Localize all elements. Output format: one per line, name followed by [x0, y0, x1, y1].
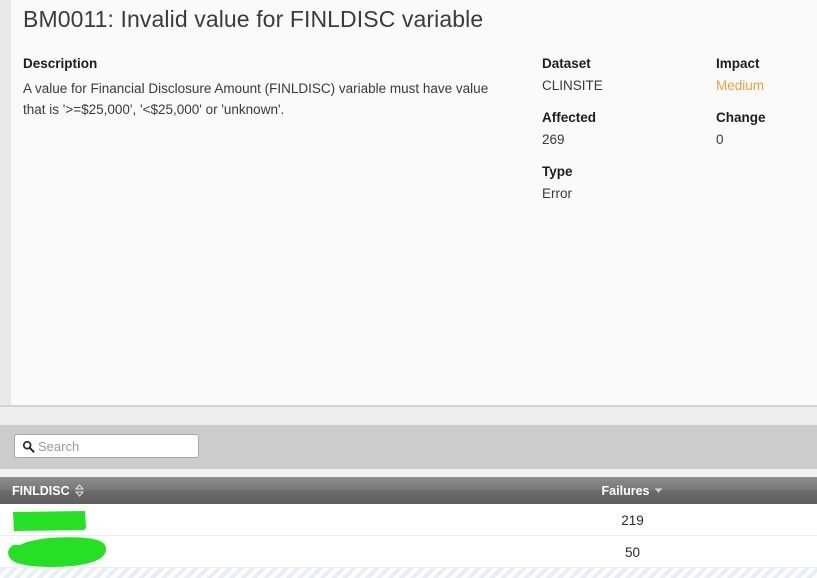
description-label: Description	[23, 56, 98, 71]
table-row[interactable]: >= $25,000 50	[0, 536, 817, 568]
cell-failures: 219	[621, 512, 644, 528]
table-header-row: FINLDISC Failures	[0, 477, 817, 504]
metadata-affected: Affected 269	[542, 110, 603, 147]
dataset-value: CLINSITE	[542, 78, 603, 93]
type-value: Error	[542, 186, 572, 201]
sort-updown-icon	[74, 484, 84, 497]
cell-failures: 50	[624, 544, 641, 560]
impact-value: Medium	[716, 78, 765, 93]
column-header-failures-label: Failures	[601, 483, 650, 498]
toolbar-underline	[0, 469, 817, 477]
change-value: 0	[716, 132, 724, 147]
change-label: Change	[716, 110, 766, 125]
description-text: A value for Financial Disclosure Amount …	[23, 81, 489, 117]
column-header-finldisc[interactable]: FINLDISC	[12, 477, 84, 504]
search-input[interactable]	[38, 438, 192, 454]
impact-label: Impact	[716, 56, 760, 71]
sort-desc-icon	[654, 487, 663, 494]
metadata-impact: Impact Medium	[716, 56, 766, 93]
table-body: <$25,000 219 >= $25,000 50	[0, 504, 817, 568]
table-row[interactable]: <$25,000 219	[0, 504, 817, 536]
metadata-type: Type Error	[542, 164, 603, 201]
type-label: Type	[542, 164, 573, 179]
panel-gap	[0, 407, 817, 425]
metadata-dataset: Dataset CLINSITE	[542, 56, 603, 93]
description-block: Description A value for Financial Disclo…	[23, 56, 513, 120]
metadata-column-right: Impact Medium Change 0	[716, 56, 766, 164]
cell-finldisc: <$25,000	[14, 512, 71, 528]
left-gutter-strip	[0, 0, 11, 413]
search-box[interactable]	[14, 434, 199, 458]
rule-detail-panel: BM0011: Invalid value for FINLDISC varia…	[11, 0, 817, 405]
metadata-change: Change 0	[716, 110, 766, 147]
search-icon	[21, 438, 35, 454]
metadata-column-left: Dataset CLINSITE Affected 269 Type Error	[542, 56, 603, 218]
affected-value: 269	[542, 132, 565, 147]
affected-label: Affected	[542, 110, 597, 125]
cell-finldisc: >= $25,000	[14, 544, 83, 560]
page-title: BM0011: Invalid value for FINLDISC varia…	[23, 6, 484, 32]
column-header-finldisc-label: FINLDISC	[12, 483, 70, 498]
dataset-label: Dataset	[542, 56, 591, 71]
table-footer-stripes	[0, 568, 817, 578]
column-header-failures[interactable]: Failures	[560, 477, 705, 504]
